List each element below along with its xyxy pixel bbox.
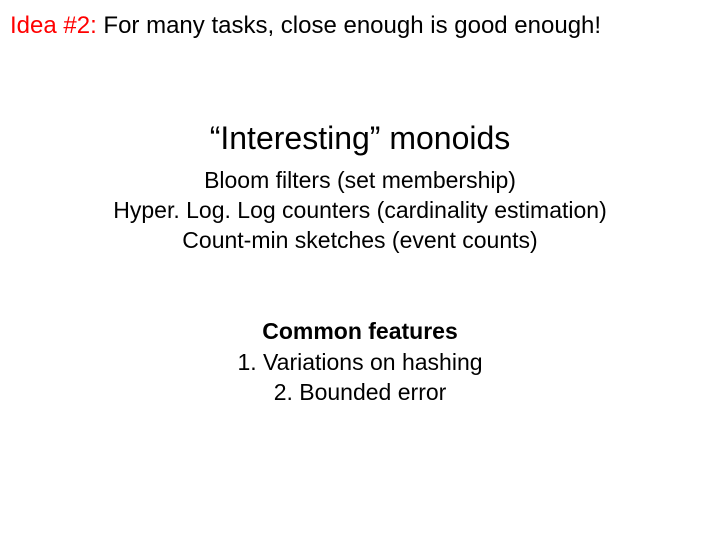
feature-item-1: 1. Variations on hashing xyxy=(0,348,720,378)
feature-item-2: 2. Bounded error xyxy=(0,378,720,408)
monoid-item-1: Bloom filters (set membership) xyxy=(0,166,720,196)
monoid-item-2: Hyper. Log. Log counters (cardinality es… xyxy=(0,196,720,226)
features-title: Common features xyxy=(0,318,720,345)
main-title: “Interesting” monoids xyxy=(0,120,720,157)
idea-heading: Idea #2: For many tasks, close enough is… xyxy=(10,12,601,40)
idea-prefix: Idea #2: xyxy=(10,12,97,39)
features-list: 1. Variations on hashing 2. Bounded erro… xyxy=(0,348,720,408)
idea-text: For many tasks, close enough is good eno… xyxy=(97,12,601,39)
monoid-item-3: Count-min sketches (event counts) xyxy=(0,226,720,256)
monoid-list: Bloom filters (set membership) Hyper. Lo… xyxy=(0,166,720,256)
